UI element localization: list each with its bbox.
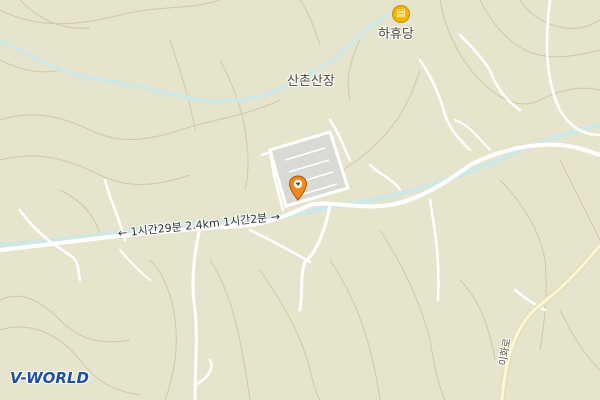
main-road	[499, 243, 600, 400]
parking-lot	[268, 130, 350, 208]
location-pin-icon[interactable]	[288, 175, 308, 201]
vworld-logo: V-WORLD	[10, 369, 89, 387]
map-view[interactable]: ▤ 하휴당 산촌산장 ← 1시간29분 2.4km 1시간2분 → 이화로 V-…	[0, 0, 600, 400]
rest-area-label[interactable]: 하휴당	[378, 23, 414, 42]
restaurant-icon[interactable]: ▤	[392, 5, 410, 23]
main-road-inner	[500, 244, 600, 400]
village-label[interactable]: 산촌산장	[287, 70, 335, 89]
